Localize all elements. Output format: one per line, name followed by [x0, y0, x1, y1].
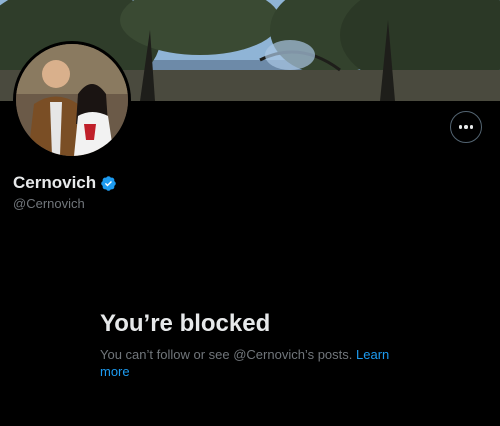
profile-name-row: Cernovich [13, 173, 117, 193]
more-horizontal-icon [458, 125, 474, 129]
blocked-title: You’re blocked [100, 310, 271, 337]
blocked-message-text: You can’t follow or see @Cernovich’s pos… [100, 347, 353, 362]
more-options-button[interactable] [450, 111, 482, 143]
verified-badge-icon[interactable] [100, 175, 117, 192]
profile-handle: @Cernovich [13, 196, 85, 211]
display-name: Cernovich [13, 173, 97, 192]
avatar-image [16, 44, 128, 156]
blocked-message: You can’t follow or see @Cernovich’s pos… [100, 346, 400, 380]
profile-avatar[interactable] [13, 41, 131, 159]
